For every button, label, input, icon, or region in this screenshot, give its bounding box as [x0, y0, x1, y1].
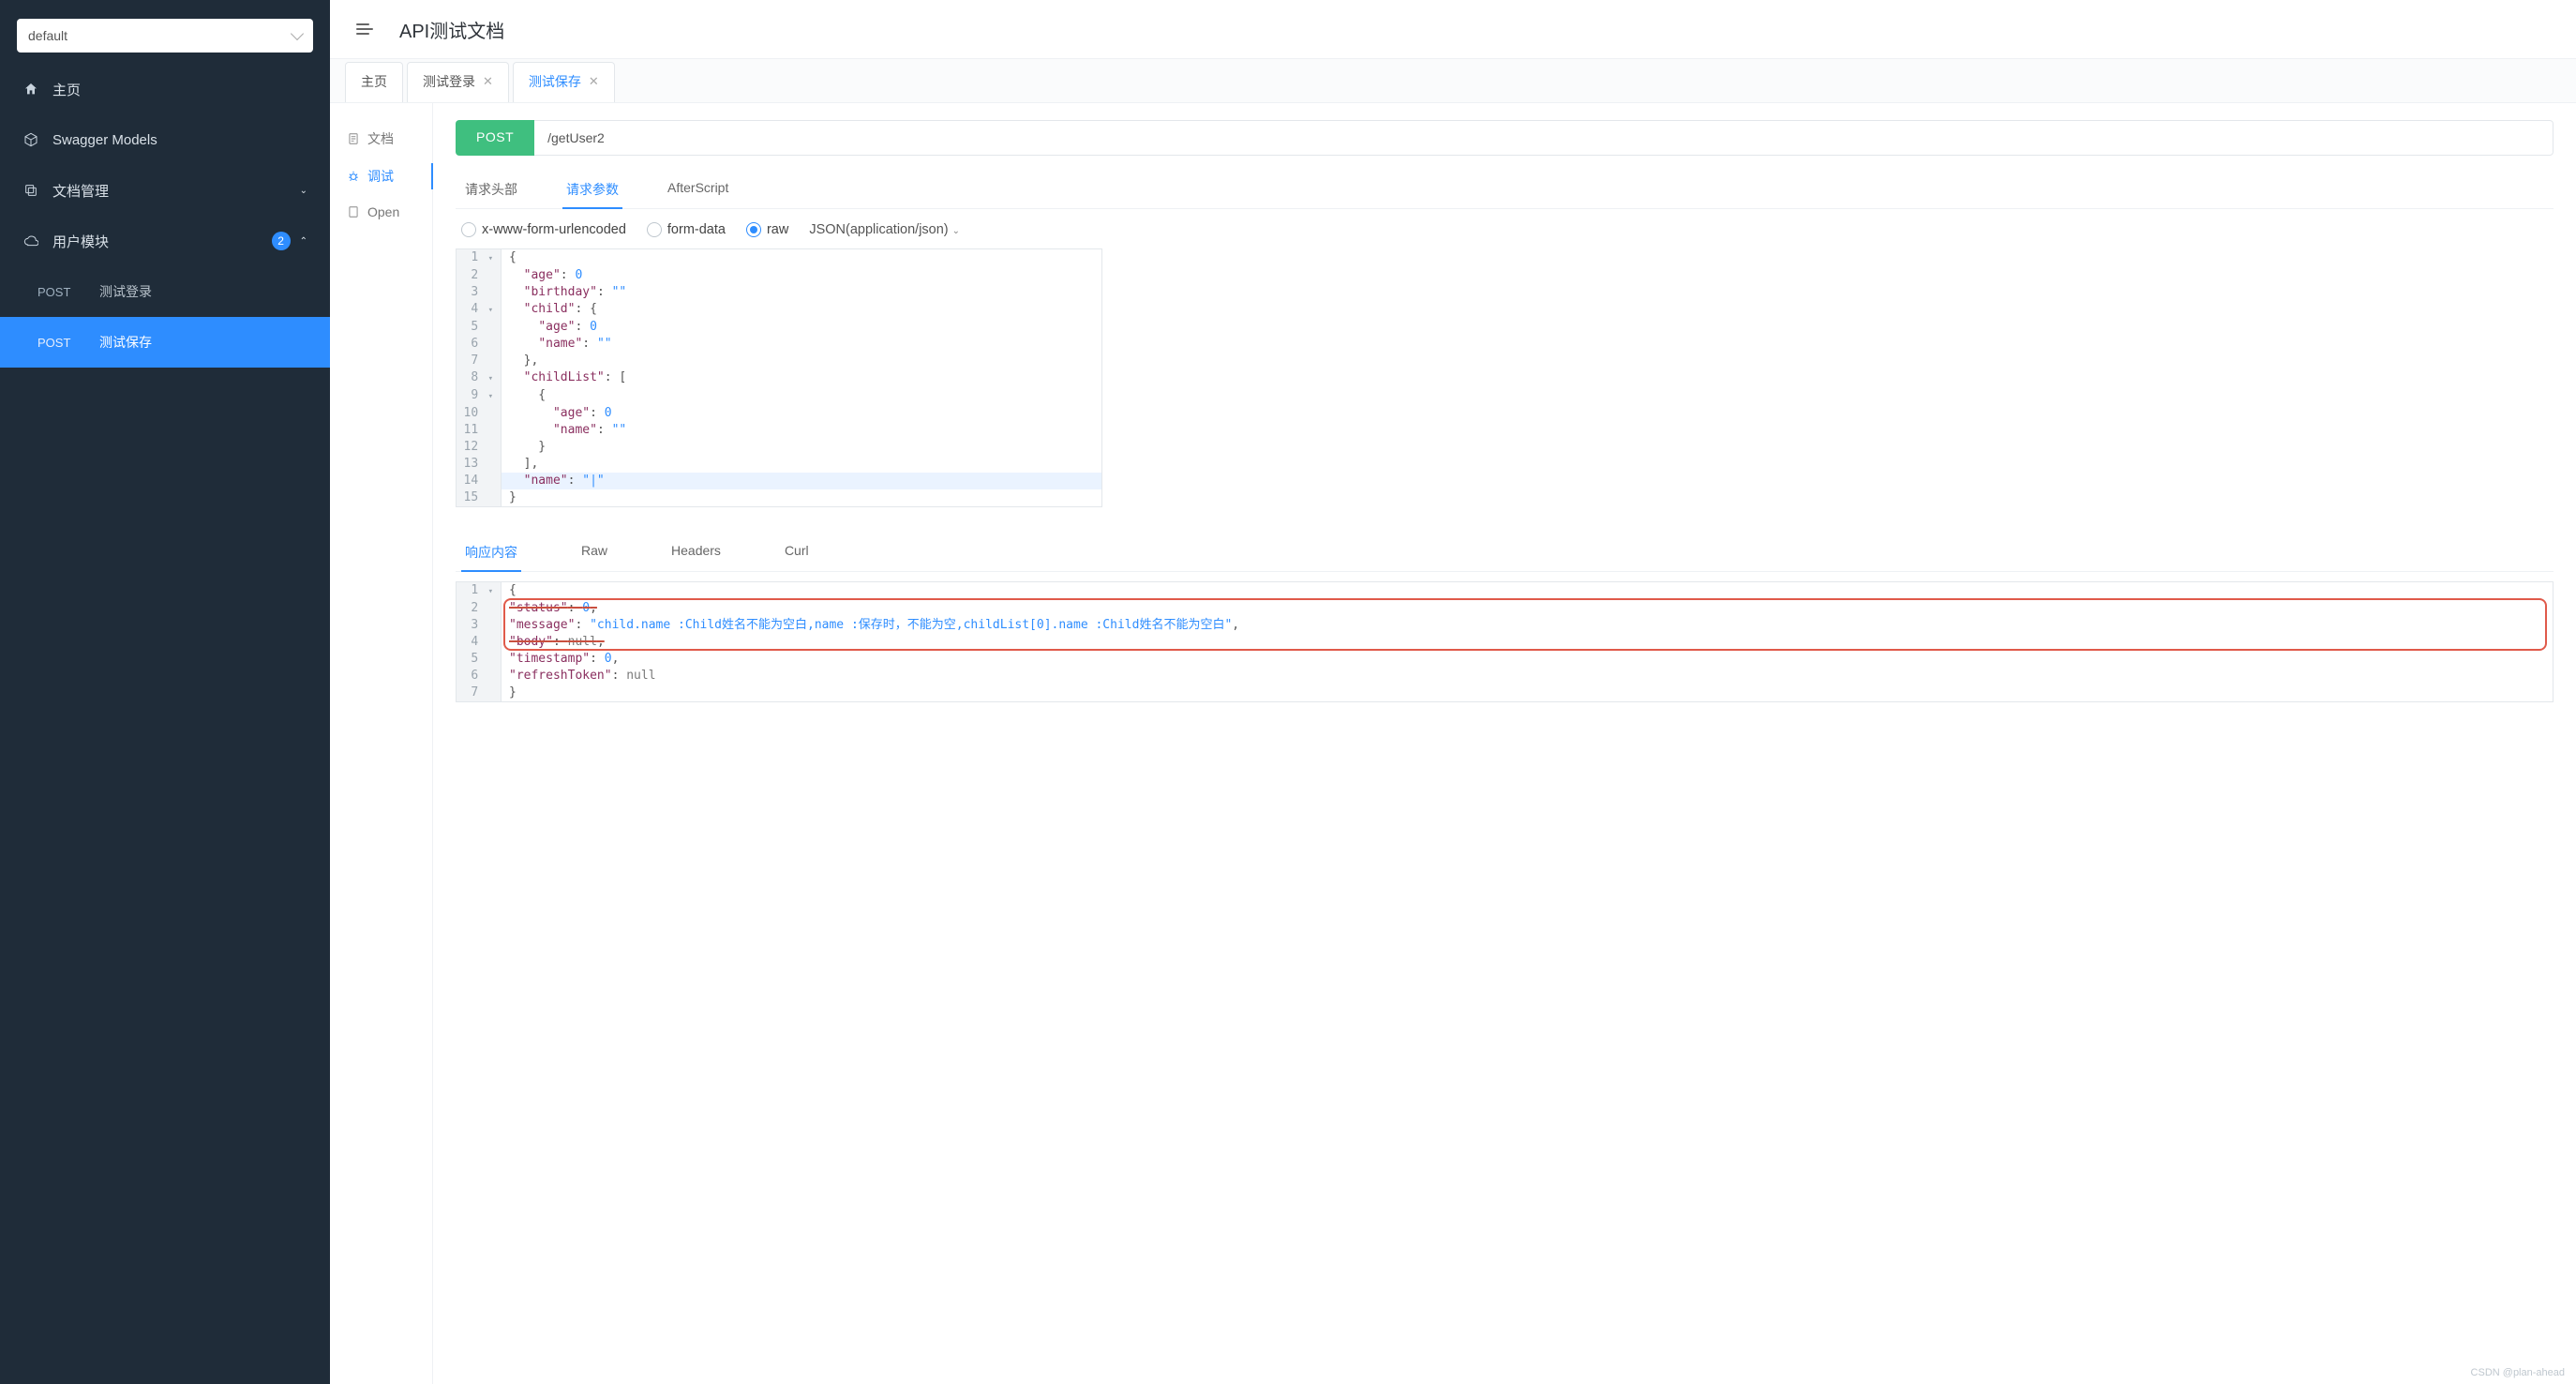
nav-sub-save[interactable]: POST 测试保存 — [0, 317, 330, 368]
chevron-down-icon — [291, 27, 304, 40]
cloud-icon — [22, 233, 39, 248]
watermark: CSDN @plan-ahead — [2471, 1367, 2565, 1378]
chevron-down-icon: ⌄ — [952, 226, 960, 236]
bodytype-formdata[interactable]: form-data — [647, 222, 726, 237]
inner-doc[interactable]: 文档 — [330, 120, 432, 158]
bug-icon — [347, 170, 360, 183]
nav-sub-login[interactable]: POST 测试登录 — [0, 266, 330, 317]
subtab-params[interactable]: 请求参数 — [562, 171, 622, 208]
tabs-row: 主页测试登录✕测试保存✕ — [330, 58, 2576, 103]
project-select-value: default — [28, 28, 67, 43]
subtab-headers[interactable]: 请求头部 — [461, 171, 521, 208]
method-tag: POST — [456, 120, 534, 156]
chevron-down-icon: ⌄ — [300, 186, 307, 196]
resp-tab-content[interactable]: 响应内容 — [461, 534, 521, 571]
project-select[interactable]: default — [17, 19, 313, 53]
nav-docs-manager[interactable]: 文档管理 ⌄ — [0, 165, 330, 216]
bodytype-raw[interactable]: raw — [746, 222, 788, 237]
nav-user-module[interactable]: 用户模块 2 ⌃ — [0, 216, 330, 266]
nav-home[interactable]: 主页 — [0, 64, 330, 114]
inner-side: 文档 调试 Open — [330, 103, 433, 1384]
copy-icon — [22, 183, 39, 198]
response-editor[interactable]: 1 ▾{2 "status": 0,3 "message": "child.na… — [456, 581, 2554, 702]
document-icon — [347, 205, 360, 218]
nav-swagger-models[interactable]: Swagger Models — [0, 114, 330, 165]
resp-tab-headers[interactable]: Headers — [667, 534, 725, 571]
page-title: API测试文档 — [399, 16, 504, 43]
badge-count: 2 — [272, 232, 291, 250]
inner-open[interactable]: Open — [330, 195, 432, 229]
panel: POST /getUser2 请求头部 请求参数 AfterScript x-w… — [433, 103, 2576, 1384]
close-icon[interactable]: ✕ — [483, 74, 493, 89]
cube-icon — [22, 132, 39, 147]
document-icon — [347, 132, 360, 145]
request-editor[interactable]: 1 ▾{2 "age": 03 "birthday": ""4 ▾ "child… — [456, 248, 1102, 507]
chevron-up-icon: ⌃ — [300, 236, 307, 247]
collapse-sidebar-button[interactable] — [351, 18, 379, 40]
radio-icon — [647, 222, 662, 237]
home-icon — [22, 82, 39, 97]
inner-debug[interactable]: 调试 — [330, 158, 432, 195]
resp-tab-raw[interactable]: Raw — [577, 534, 611, 571]
bodytype-form[interactable]: x-www-form-urlencoded — [461, 222, 626, 237]
close-icon[interactable]: ✕ — [589, 74, 599, 89]
sidebar: default 主页 Swagger Models 文档管理 ⌄ 用户模块 2 … — [0, 0, 330, 1384]
tab-测试保存[interactable]: 测试保存✕ — [513, 62, 615, 102]
subtab-afterscript[interactable]: AfterScript — [664, 171, 732, 208]
content-type-select[interactable]: JSON(application/json)⌄ — [809, 222, 960, 237]
tab-测试登录[interactable]: 测试登录✕ — [407, 62, 509, 102]
radio-icon — [746, 222, 761, 237]
resp-tab-curl[interactable]: Curl — [781, 534, 813, 571]
tab-主页[interactable]: 主页 — [345, 62, 403, 102]
topbar: API测试文档 — [330, 0, 2576, 58]
main: API测试文档 主页测试登录✕测试保存✕ 文档 调试 Open — [330, 0, 2576, 1384]
radio-icon — [461, 222, 476, 237]
url-input[interactable]: /getUser2 — [534, 120, 2554, 156]
